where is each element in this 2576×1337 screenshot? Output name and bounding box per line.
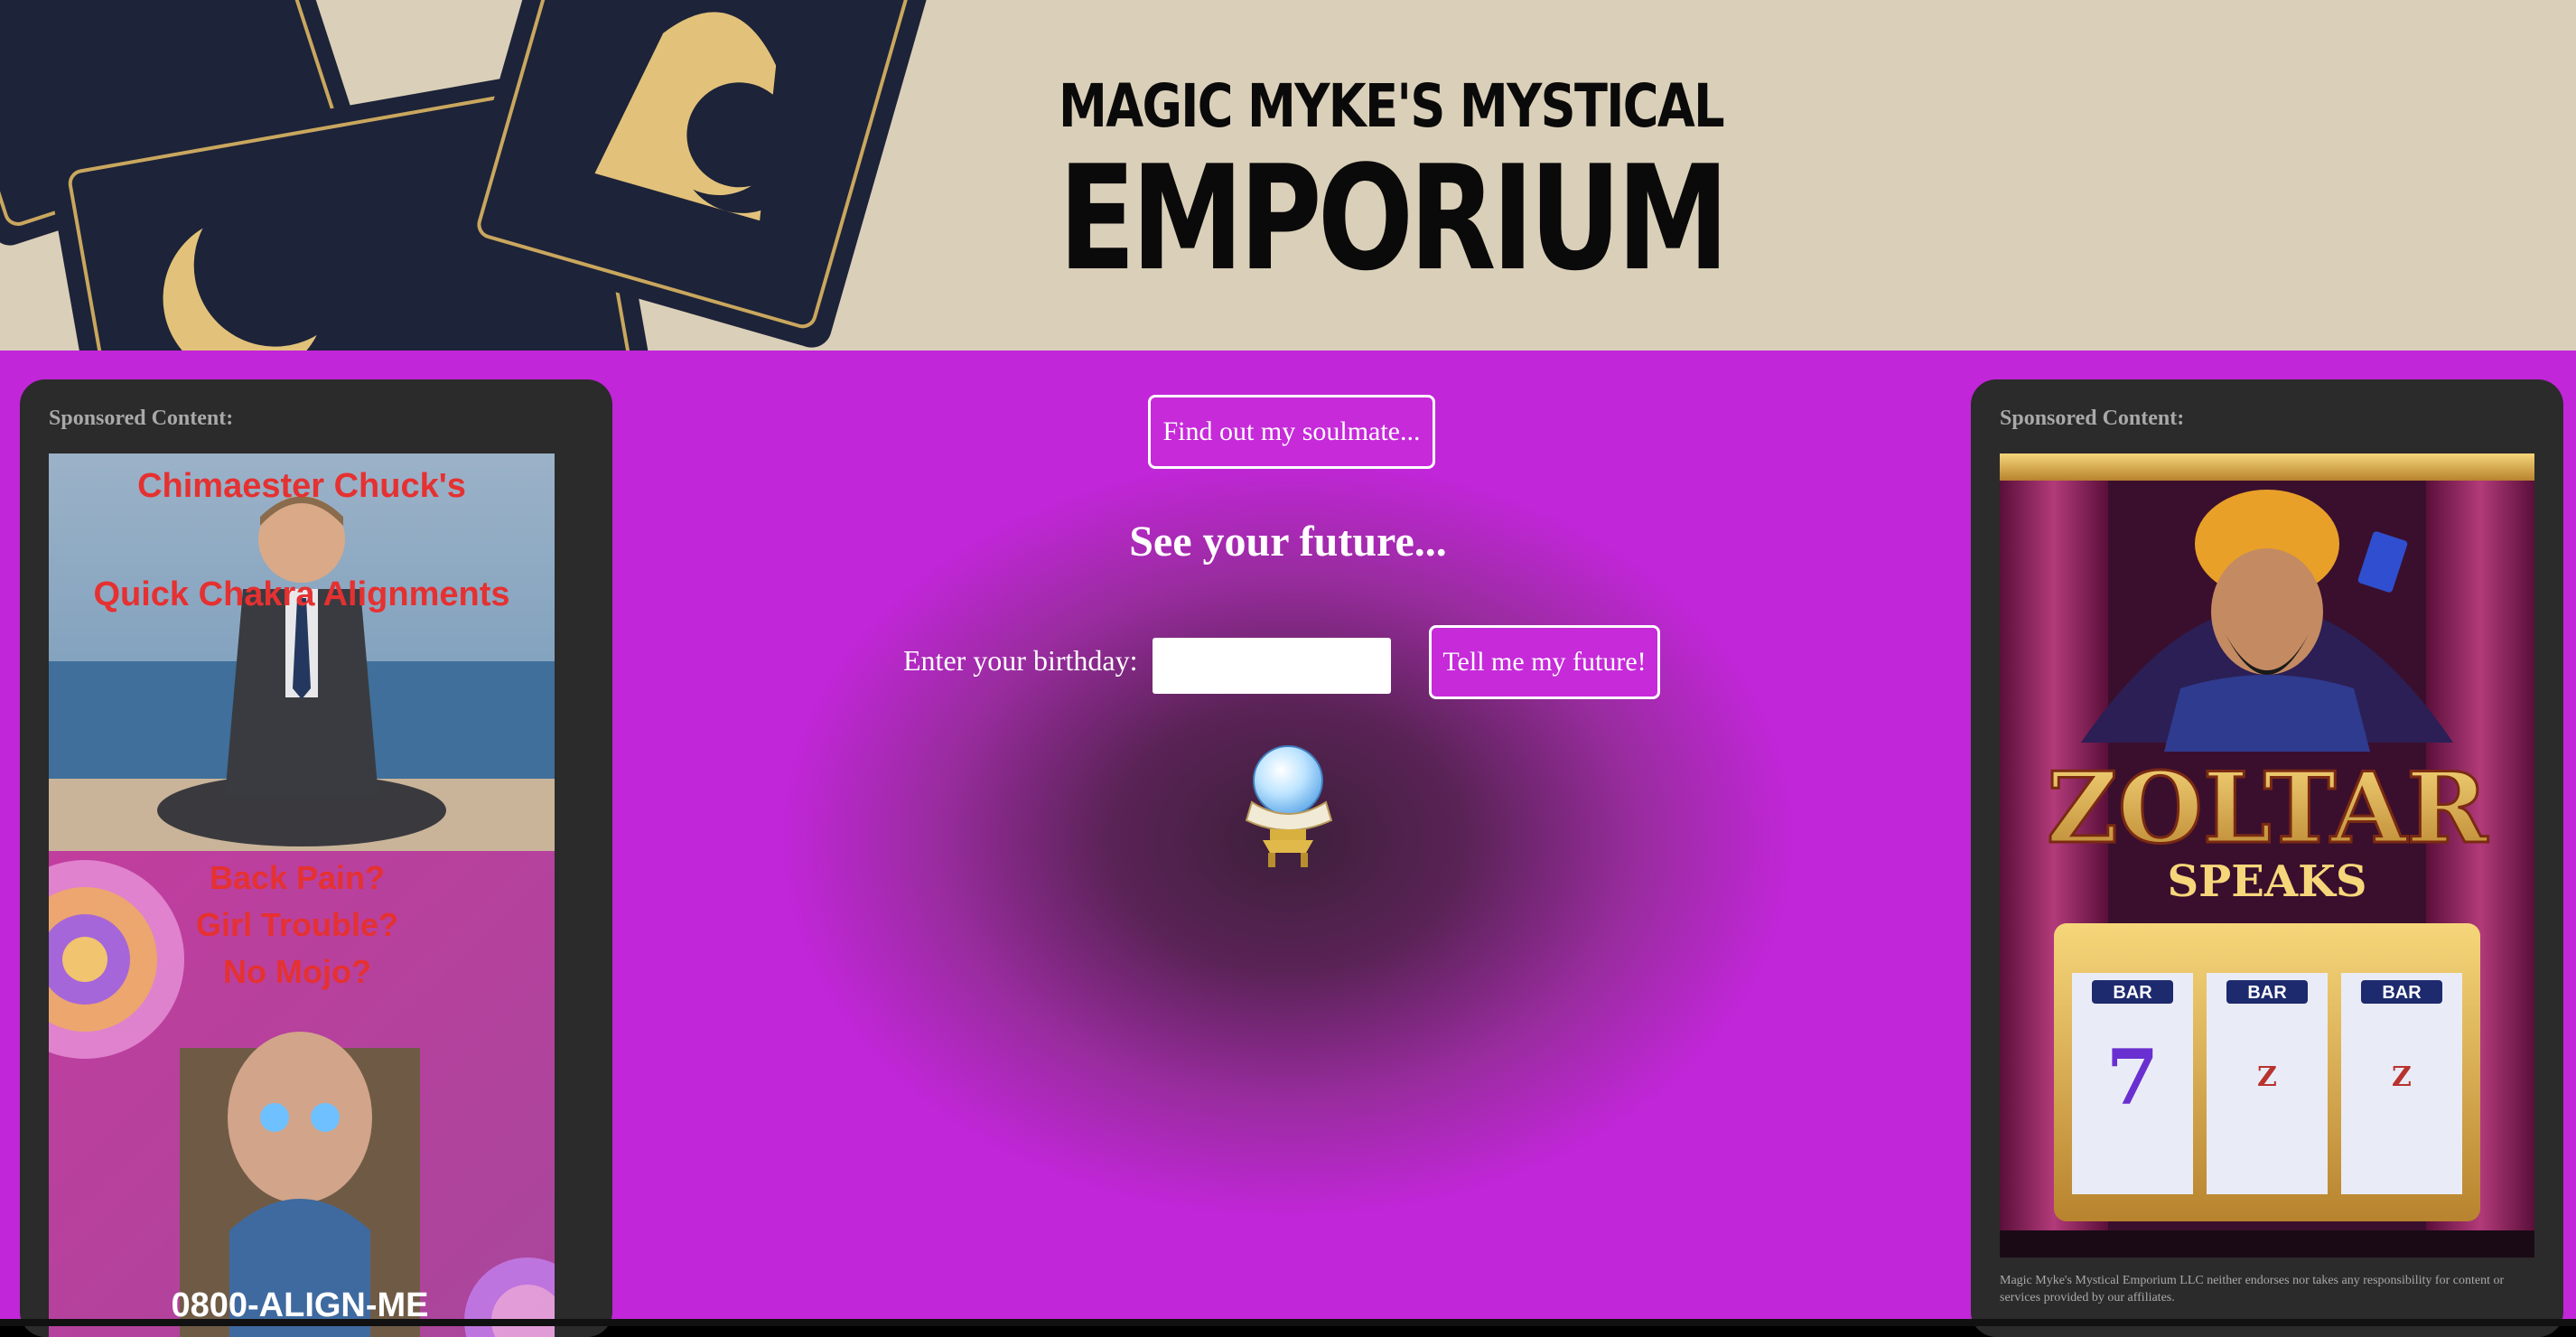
- affiliate-disclaimer: Magic Myke's Mystical Emporium LLC neith…: [2000, 1274, 2505, 1304]
- bottom-edge: [0, 1319, 2576, 1326]
- soulmate-button[interactable]: Find out my soulmate...: [1148, 395, 1435, 469]
- page-header: MAGIC MYKE'S MYSTICAL EMPORIUM: [0, 0, 2576, 351]
- zoltar-title: ZOLTAR: [2047, 752, 2488, 865]
- logo-main-text: EMPORIUM: [1059, 134, 1729, 303]
- sponsored-label: Sponsored Content:: [2000, 407, 2185, 430]
- crystal-ball-icon: [1236, 743, 1344, 869]
- left-sponsored-panel: Sponsored Content: Chimaester Chuck's Qu…: [20, 379, 612, 1337]
- chakra-ad-q2: Girl Trouble?: [196, 906, 398, 943]
- tell-future-button[interactable]: Tell me my future!: [1429, 625, 1660, 699]
- chakra-ad-q3: No Mojo?: [223, 953, 371, 990]
- zoltar-subtitle: SPEAKS: [2168, 856, 2367, 907]
- zoltar-ad-image: ZOLTAR SPEAKS BAR BAR BAR 7 Z Z: [2000, 453, 2534, 1258]
- birthday-label: Enter your birthday:: [903, 644, 1138, 677]
- site-logo[interactable]: MAGIC MYKE'S MYSTICAL EMPORIUM: [1059, 71, 1729, 303]
- right-sponsored-panel: Sponsored Content: ZOLTAR SPEAKS BAR BAR…: [1971, 379, 2563, 1337]
- svg-text:Z: Z: [2257, 1061, 2277, 1093]
- chakra-ad-image: Chimaester Chuck's Quick Chakra Alignmen…: [49, 453, 555, 1337]
- svg-text:7: 7: [2106, 1033, 2159, 1122]
- sponsored-label: Sponsored Content:: [49, 407, 234, 430]
- reel-3-symbol: BAR: [2382, 983, 2422, 1003]
- chakra-ad-q1: Back Pain?: [210, 859, 385, 896]
- reel-1-symbol: BAR: [2113, 983, 2152, 1003]
- chakra-ad[interactable]: Chimaester Chuck's Quick Chakra Alignmen…: [49, 453, 555, 1337]
- reel-2-symbol: BAR: [2247, 983, 2287, 1003]
- tarot-cards-illustration: [0, 0, 1174, 351]
- svg-text:Z: Z: [2392, 1061, 2412, 1093]
- chakra-ad-title-1: Chimaester Chuck's: [137, 467, 466, 505]
- zoltar-ad[interactable]: ZOLTAR SPEAKS BAR BAR BAR 7 Z Z: [2000, 453, 2534, 1258]
- birthday-input[interactable]: [1153, 638, 1391, 694]
- logo-top-text: MAGIC MYKE'S MYSTICAL: [1059, 71, 1725, 141]
- page-heading: See your future...: [1129, 518, 1447, 566]
- chakra-ad-title-2: Quick Chakra Alignments: [93, 575, 509, 613]
